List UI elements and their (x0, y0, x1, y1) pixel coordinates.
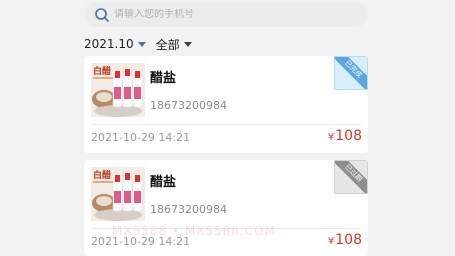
date-filter[interactable]: 2021.10 (84, 37, 146, 51)
search-icon (95, 7, 109, 22)
status-badge-label: 已完成 (335, 57, 367, 89)
phone-number: 18673200984 (150, 203, 227, 216)
divider (91, 124, 361, 125)
product-name: 醋盐 (150, 71, 177, 86)
search-bar[interactable] (84, 2, 368, 27)
phone-number: 18673200984 (150, 99, 227, 112)
status-filter-label: 全部 (155, 37, 180, 52)
status-filter[interactable]: 全部 (156, 36, 192, 53)
order-card[interactable]: 白醋 醋盐 18673200984 2021-10-29 14:21 ¥108 … (84, 56, 368, 153)
search-input[interactable] (114, 9, 354, 20)
divider (91, 228, 361, 229)
currency-symbol: ¥ (327, 236, 335, 247)
product-image: 白醋 (91, 63, 145, 117)
currency-symbol: ¥ (327, 132, 335, 143)
caret-down-icon (137, 42, 146, 47)
order-price: ¥108 (328, 128, 362, 144)
filter-bar: 2021.10 全部 (84, 36, 202, 52)
status-badge: 已完成 (334, 56, 368, 90)
product-name: 醋盐 (150, 175, 177, 190)
status-badge: 已过期 (334, 160, 368, 194)
order-time: 2021-10-29 14:21 (91, 235, 191, 248)
date-filter-label: 2021.10 (84, 37, 134, 51)
order-price: ¥108 (328, 232, 362, 248)
order-card[interactable]: 白醋 醋盐 18673200984 2021-10-29 14:21 ¥108 … (84, 160, 368, 256)
caret-down-icon (183, 42, 192, 47)
price-value: 108 (335, 128, 362, 144)
status-badge-label: 已过期 (335, 161, 367, 193)
product-image: 白醋 (91, 167, 145, 221)
order-time: 2021-10-29 14:21 (91, 131, 191, 144)
svg-text:白醋: 白醋 (93, 169, 111, 181)
svg-text:白醋: 白醋 (93, 65, 111, 77)
price-value: 108 (335, 232, 362, 248)
